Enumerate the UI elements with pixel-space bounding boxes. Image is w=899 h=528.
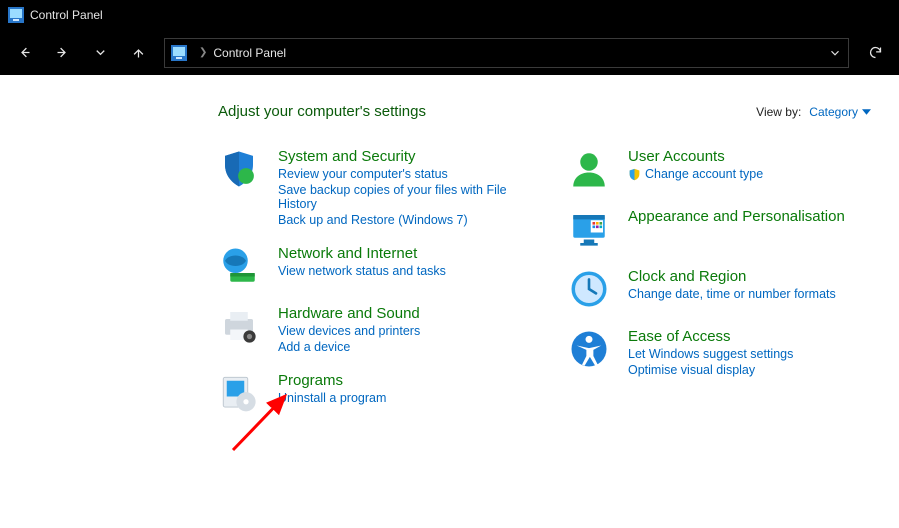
category-title-network[interactable]: Network and Internet [278, 245, 446, 262]
titlebar: Control Panel [0, 0, 899, 30]
category-title-user-accounts[interactable]: User Accounts [628, 148, 763, 165]
globe-network-icon [218, 245, 260, 287]
view-by-dropdown[interactable]: Category [809, 105, 871, 119]
category-system-security: System and Security Review your computer… [218, 148, 538, 227]
category-programs: Programs Uninstall a program [218, 372, 538, 414]
view-by-value: Category [809, 105, 858, 119]
navbar: ❯ Control Panel [0, 30, 899, 75]
category-user-accounts: User Accounts Change account type [568, 148, 868, 190]
address-bar[interactable]: ❯ Control Panel [164, 38, 849, 68]
column-left: System and Security Review your computer… [218, 148, 538, 414]
category-title-ease-of-access[interactable]: Ease of Access [628, 328, 793, 345]
recent-locations-dropdown[interactable] [88, 41, 112, 65]
link-change-formats[interactable]: Change date, time or number formats [628, 287, 836, 301]
control-panel-sysicon [171, 45, 187, 61]
refresh-button[interactable] [863, 41, 887, 65]
category-columns: System and Security Review your computer… [218, 148, 871, 414]
link-suggest-settings[interactable]: Let Windows suggest settings [628, 347, 793, 361]
category-network: Network and Internet View network status… [218, 245, 538, 287]
shield-icon [218, 148, 260, 190]
category-title-programs[interactable]: Programs [278, 372, 386, 389]
link-devices-printers[interactable]: View devices and printers [278, 324, 420, 338]
category-title-appearance[interactable]: Appearance and Personalisation [628, 208, 845, 225]
category-title-clock-region[interactable]: Clock and Region [628, 268, 836, 285]
link-change-account-type-label: Change account type [645, 167, 763, 181]
heading-row: Adjust your computer's settings View by:… [218, 103, 871, 120]
forward-button[interactable] [50, 41, 74, 65]
programs-icon [218, 372, 260, 414]
user-icon [568, 148, 610, 190]
column-right: User Accounts Change account type Appear… [568, 148, 868, 414]
printer-icon [218, 305, 260, 347]
caret-down-icon [862, 109, 871, 115]
link-file-history[interactable]: Save backup copies of your files with Fi… [278, 183, 538, 211]
control-panel-sysicon [8, 7, 24, 23]
back-button[interactable] [12, 41, 36, 65]
arrow-up-icon [131, 45, 146, 60]
accessibility-icon [568, 328, 610, 370]
arrow-left-icon [17, 45, 32, 60]
chevron-down-icon [93, 45, 108, 60]
monitor-appearance-icon [568, 208, 610, 250]
content-area: Adjust your computer's settings View by:… [0, 75, 899, 414]
link-change-account-type[interactable]: Change account type [628, 167, 763, 181]
chevron-right-icon: ❯ [199, 47, 207, 58]
arrow-right-icon [55, 45, 70, 60]
uac-shield-icon [628, 168, 641, 181]
clock-icon [568, 268, 610, 310]
link-optimise-display[interactable]: Optimise visual display [628, 363, 793, 377]
category-appearance: Appearance and Personalisation [568, 208, 868, 250]
link-network-status[interactable]: View network status and tasks [278, 264, 446, 278]
category-title-hardware[interactable]: Hardware and Sound [278, 305, 420, 322]
view-by-label: View by: [756, 105, 801, 119]
breadcrumb-current[interactable]: Control Panel [213, 46, 286, 60]
up-button[interactable] [126, 41, 150, 65]
view-by-control: View by: Category [756, 105, 871, 119]
refresh-icon [868, 45, 883, 60]
link-uninstall-program[interactable]: Uninstall a program [278, 391, 386, 405]
link-add-device[interactable]: Add a device [278, 340, 420, 354]
link-backup-restore[interactable]: Back up and Restore (Windows 7) [278, 213, 538, 227]
page-heading: Adjust your computer's settings [218, 103, 426, 120]
chevron-down-icon[interactable] [828, 46, 842, 60]
category-clock-region: Clock and Region Change date, time or nu… [568, 268, 868, 310]
link-review-status[interactable]: Review your computer's status [278, 167, 538, 181]
category-title-system-security[interactable]: System and Security [278, 148, 538, 165]
category-ease-of-access: Ease of Access Let Windows suggest setti… [568, 328, 868, 377]
window-title: Control Panel [30, 8, 103, 22]
category-hardware: Hardware and Sound View devices and prin… [218, 305, 538, 354]
